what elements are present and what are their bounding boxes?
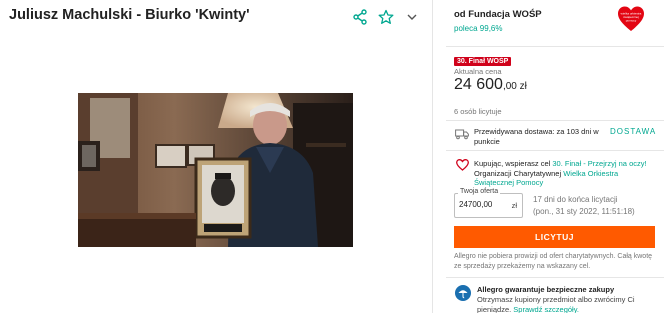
commission-note: Allegro nie pobiera prowizji od ofert ch…	[454, 253, 653, 270]
purchase-pane: od Fundacja WOŚP poleca 99,6% wielka ork…	[433, 0, 664, 313]
divider	[446, 46, 664, 47]
delivery-estimate: Przewidywana dostawa: za 103 dni w punkc…	[474, 127, 599, 146]
guarantee-text: Otrzymasz kupiony przedmiot albo zwrócim…	[477, 295, 657, 313]
price-label: Aktualna cena	[454, 67, 502, 76]
offer-input[interactable]	[459, 200, 507, 209]
seller-recommend[interactable]: poleca 99,6%	[454, 24, 502, 33]
heart-icon	[456, 158, 469, 176]
charity-goal-link[interactable]: 30. Finał - Przejrzyj na oczy!	[552, 159, 646, 168]
seller-name[interactable]: od Fundacja WOŚP	[454, 9, 542, 20]
truck-icon	[455, 127, 469, 145]
charity-org-prefix: Organizacji Charytatywnej	[474, 168, 564, 178]
bidders-count: 6 osób licytuje	[454, 107, 502, 116]
umbrella-icon	[455, 285, 471, 306]
divider	[446, 120, 664, 121]
offer-field[interactable]: zł	[454, 193, 523, 218]
divider	[446, 277, 664, 278]
charity-info: Kupując, wspierasz cel 30. Finał - Przej…	[474, 159, 659, 188]
guarantee-details-link[interactable]: Sprawdź szczegóły.	[513, 305, 579, 313]
charity-prefix: Kupując, wspierasz cel	[474, 159, 553, 168]
price-cents: ,00 zł	[502, 81, 527, 92]
bid-button[interactable]: LICYTUJ	[454, 226, 655, 248]
final-badge: 30. Finał WOŚP	[454, 57, 512, 66]
guarantee-title: Allegro gwarantuje bezpieczne zakupy	[477, 285, 615, 294]
listing-title: Juliusz Machulski - Biurko 'Kwinty'	[9, 7, 250, 23]
star-icon[interactable]	[375, 6, 397, 28]
price-amount: 24 600	[454, 76, 503, 93]
divider	[446, 150, 664, 151]
delivery-link[interactable]: DOSTAWA	[610, 127, 656, 136]
gallery-pane: Juliusz Machulski - Biurko 'Kwinty'	[0, 0, 432, 313]
chevron-down-icon[interactable]	[401, 6, 423, 28]
auction-end-info: 17 dni do końca licytacji (pon., 31 sty …	[533, 194, 661, 218]
wosp-heart-logo: wielka orkiestra świątecznej pomocy	[617, 5, 645, 33]
auction-remaining: 17 dni do końca licytacji	[533, 195, 618, 204]
svg-text:pomocy: pomocy	[626, 19, 637, 23]
offer-page: Juliusz Machulski - Biurko 'Kwinty' od F…	[0, 0, 664, 313]
offer-label: Twoja oferta	[458, 188, 501, 195]
offer-currency: zł	[511, 201, 517, 210]
current-price: 24 600,00 zł	[454, 76, 527, 94]
product-photo[interactable]	[78, 93, 353, 247]
auction-end-date: (pon., 31 sty 2022, 11:51:18)	[533, 207, 635, 216]
share-icon[interactable]	[349, 6, 371, 28]
